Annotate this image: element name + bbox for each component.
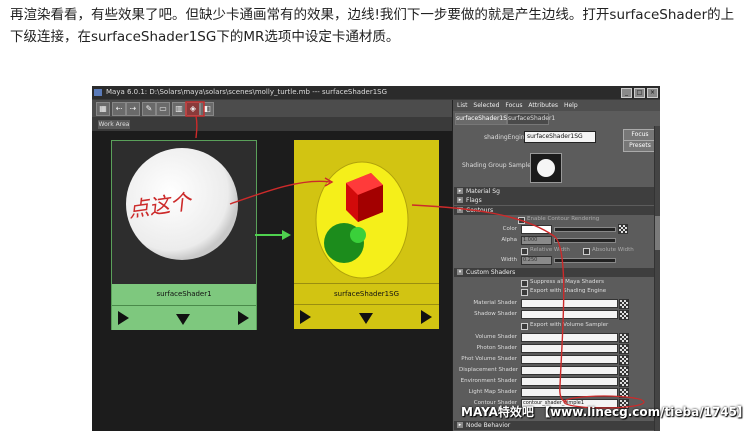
annotation-link-to-contour [411, 204, 568, 403]
annotation-stroke [195, 115, 198, 139]
handwritten-note: 点这个 [127, 189, 195, 222]
annotation-arrow [229, 180, 331, 205]
watermark-text: MAYA特效吧 【www.linecg.com/tieba/1745】 [461, 405, 750, 419]
maya-hypershade-screenshot: Maya 6.0.1: D:\Solars\maya\solars\scenes… [92, 86, 660, 431]
highlight-box [185, 101, 205, 117]
red-annotation-overlay: 点这个 [127, 101, 645, 409]
article-text: 再渲染看看，有些效果了吧。但缺少卡通画常有的效果，边线!我们下一步要做的就是产生… [10, 7, 735, 45]
